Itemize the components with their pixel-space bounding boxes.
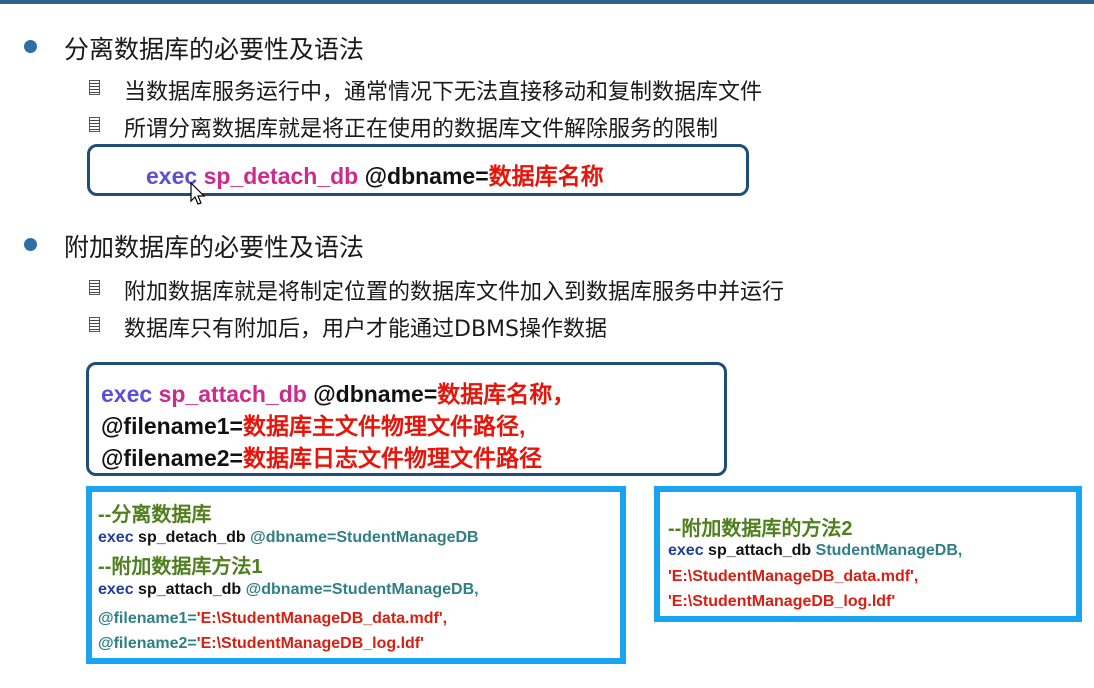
exec-keyword: exec bbox=[98, 529, 134, 546]
proc-name: sp_detach_db bbox=[138, 529, 246, 546]
param-name: @dbname= bbox=[313, 381, 438, 407]
proc-name: sp_attach_db bbox=[158, 381, 307, 407]
list-icon bbox=[89, 80, 100, 95]
param-name: @dbname= bbox=[364, 163, 489, 189]
code-comment: --分离数据库 bbox=[98, 504, 212, 526]
list-icon bbox=[89, 117, 100, 132]
exec-keyword: exec bbox=[101, 381, 153, 407]
proc-name: sp_attach_db bbox=[708, 542, 812, 559]
example-code-box-right: --附加数据库的方法2 exec sp_attach_db StudentMan… bbox=[654, 486, 1082, 622]
detach-syntax-line: exec sp_detach_db @dbname=数据库名称 bbox=[146, 157, 604, 191]
proc-name: sp_detach_db bbox=[203, 163, 359, 189]
string-literal: 'E:\StudentManageDB_data.mdf', bbox=[668, 568, 919, 585]
param-value: 数据库日志文件物理文件路径 bbox=[242, 445, 542, 471]
code-comment: --附加数据库的方法2 bbox=[668, 518, 853, 540]
code-line: exec sp_detach_db @dbname=StudentManageD… bbox=[98, 529, 479, 547]
string-literal: 'E:\StudentManageDB_data.mdf', bbox=[196, 610, 448, 627]
top-divider bbox=[0, 0, 1094, 4]
code-line: 'E:\StudentManageDB_log.ldf' bbox=[668, 593, 895, 611]
attach-syntax-line-2: @filename1=数据库主文件物理文件路径, bbox=[101, 407, 525, 441]
list-icon bbox=[89, 280, 100, 295]
section2-heading: 附加数据库的必要性及语法 bbox=[64, 233, 365, 262]
code-line: exec sp_attach_db @dbname=StudentManageD… bbox=[98, 581, 479, 599]
param-name: @filename1= bbox=[101, 413, 243, 439]
mouse-cursor-icon bbox=[190, 182, 206, 205]
list-icon bbox=[89, 317, 100, 332]
code-line: 'E:\StudentManageDB_data.mdf', bbox=[668, 568, 918, 586]
param-text: @filename1= bbox=[98, 610, 197, 627]
bullet-icon bbox=[24, 40, 37, 53]
section2-point-2: 数据库只有附加后，用户才能通过DBMS操作数据 bbox=[124, 317, 607, 342]
bullet-icon bbox=[24, 238, 37, 251]
param-name: @filename2= bbox=[101, 445, 243, 471]
section1-point-2: 所谓分离数据库就是将正在使用的数据库文件解除服务的限制 bbox=[124, 117, 719, 142]
section2-point-1: 附加数据库就是将制定位置的数据库文件加入到数据库服务中并运行 bbox=[124, 280, 785, 305]
section1-heading: 分离数据库的必要性及语法 bbox=[64, 35, 365, 64]
exec-keyword: exec bbox=[668, 542, 704, 559]
example-code-box-left: --分离数据库 exec sp_detach_db @dbname=Studen… bbox=[86, 486, 626, 664]
string-literal: 'E:\StudentManageDB_log.ldf' bbox=[668, 593, 896, 610]
param-text: @dbname=StudentManageDB bbox=[250, 529, 479, 546]
detach-syntax-box: exec sp_detach_db @dbname=数据库名称 bbox=[87, 144, 749, 196]
param-value: 数据库主文件物理文件路径, bbox=[242, 413, 526, 439]
param-text: StudentManageDB, bbox=[815, 542, 963, 559]
attach-syntax-line-3: @filename2=数据库日志文件物理文件路径 bbox=[101, 439, 542, 473]
section1-point-1: 当数据库服务运行中，通常情况下无法直接移动和复制数据库文件 bbox=[124, 80, 763, 105]
param-text: @dbname=StudentManageDB, bbox=[245, 581, 479, 598]
code-line: @filename2='E:\StudentManageDB_log.ldf' bbox=[98, 635, 424, 653]
proc-name: sp_attach_db bbox=[138, 581, 242, 598]
param-value: 数据库名称， bbox=[437, 381, 576, 407]
code-comment: --附加数据库方法1 bbox=[98, 556, 263, 578]
string-literal: 'E:\StudentManageDB_log.ldf' bbox=[196, 635, 424, 652]
attach-syntax-line-1: exec sp_attach_db @dbname=数据库名称， bbox=[101, 375, 575, 409]
code-line: exec sp_attach_db StudentManageDB, bbox=[668, 542, 962, 560]
exec-keyword: exec bbox=[98, 581, 134, 598]
attach-syntax-box: exec sp_attach_db @dbname=数据库名称， @filena… bbox=[86, 362, 727, 476]
code-line: @filename1='E:\StudentManageDB_data.mdf'… bbox=[98, 610, 447, 628]
param-text: @filename2= bbox=[98, 635, 197, 652]
param-value: 数据库名称 bbox=[488, 163, 604, 189]
